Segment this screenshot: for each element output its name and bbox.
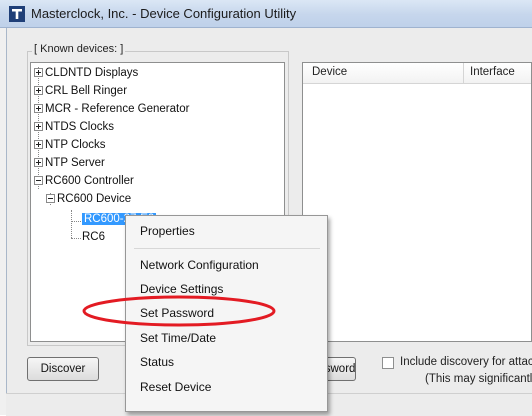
include-discovery-note: (This may significantly <box>425 373 532 385</box>
tree-item-label: NTP Clocks <box>45 139 106 151</box>
expand-plus-icon[interactable] <box>34 140 43 149</box>
menu-item-properties[interactable]: Properties <box>140 224 195 238</box>
app-logo-icon <box>9 6 25 22</box>
expand-plus-icon[interactable] <box>34 158 43 167</box>
menu-item-set-password[interactable]: Set Password <box>140 306 214 320</box>
menu-item-network-configuration[interactable]: Network Configuration <box>140 258 259 272</box>
device-list-header: Device Interface <box>303 63 531 84</box>
column-divider[interactable] <box>463 63 464 83</box>
menu-item-reset-device[interactable]: Reset Device <box>140 380 211 394</box>
menu-item-device-settings[interactable]: Device Settings <box>140 282 223 296</box>
tree-item[interactable]: CRL Bell Ringer <box>34 83 127 99</box>
expand-plus-icon[interactable] <box>34 86 43 95</box>
menu-separator <box>134 248 320 249</box>
context-menu: Properties Network Configuration Device … <box>125 215 328 412</box>
tree-connector <box>71 221 81 222</box>
expand-plus-icon[interactable] <box>34 104 43 113</box>
tree-item[interactable]: RC600 Controller <box>34 173 134 189</box>
device-list[interactable]: Device Interface <box>302 62 532 342</box>
expand-plus-icon[interactable] <box>34 68 43 77</box>
tree-connector <box>71 210 72 238</box>
tree-item-label: RC6 <box>82 231 106 243</box>
menu-item-set-time-date[interactable]: Set Time/Date <box>140 331 216 345</box>
discover-button[interactable]: Discover <box>27 357 99 381</box>
tree-item-label: CRL Bell Ringer <box>45 85 128 97</box>
tree-item-label: RC600 Controller <box>45 175 134 187</box>
expand-plus-icon[interactable] <box>34 122 43 131</box>
column-header-device[interactable]: Device <box>312 66 347 78</box>
tree-item-label: CLDNTD Displays <box>45 67 139 79</box>
tree-item[interactable]: RC600 Device <box>46 191 131 207</box>
known-devices-legend: [ Known devices: ] <box>32 43 126 55</box>
include-discovery-checkbox[interactable] <box>382 357 394 369</box>
collapse-minus-icon[interactable] <box>46 194 55 203</box>
tree-item[interactable]: RC6 <box>82 229 105 245</box>
tree-item[interactable]: NTP Clocks <box>34 137 106 153</box>
menu-item-status[interactable]: Status <box>140 355 174 369</box>
window-title: Masterclock, Inc. - Device Configuration… <box>31 6 297 21</box>
tree-item-label: MCR - Reference Generator <box>45 103 190 115</box>
tree-item[interactable]: MCR - Reference Generator <box>34 101 189 117</box>
title-bar[interactable]: Masterclock, Inc. - Device Configuration… <box>0 0 532 28</box>
tree-item[interactable]: NTP Server <box>34 155 105 171</box>
tree-item-label: RC600 Device <box>57 193 132 205</box>
collapse-minus-icon[interactable] <box>34 176 43 185</box>
tree-item[interactable]: NTDS Clocks <box>34 119 114 135</box>
tree-item-label: NTDS Clocks <box>45 121 115 133</box>
tree-item-label: NTP Server <box>45 157 105 169</box>
include-discovery-label: Include discovery for attac <box>400 356 532 368</box>
tree-connector <box>71 238 81 239</box>
column-header-interface[interactable]: Interface <box>470 66 515 78</box>
tree-item[interactable]: CLDNTD Displays <box>34 65 138 81</box>
app-window: Masterclock, Inc. - Device Configuration… <box>0 0 532 416</box>
